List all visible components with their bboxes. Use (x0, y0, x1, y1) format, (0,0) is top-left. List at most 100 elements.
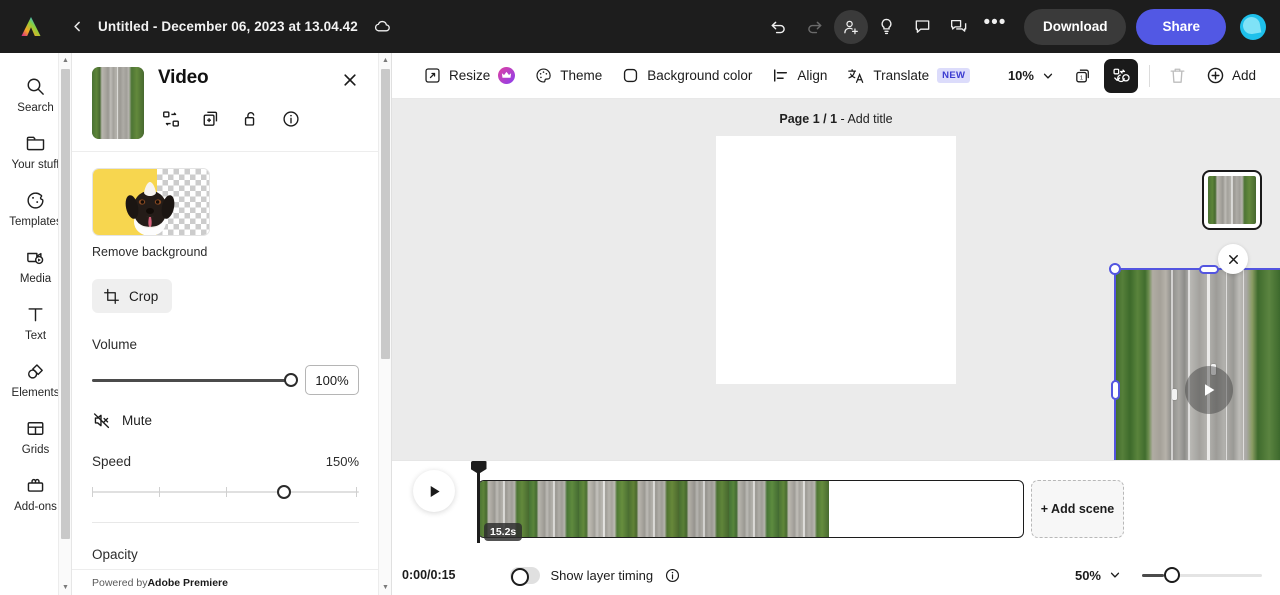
redo-icon[interactable] (798, 10, 832, 44)
speed-value: 150% (325, 454, 359, 469)
scroll-up-arrow[interactable]: ▲ (379, 54, 391, 67)
chat-bubbles-icon[interactable] (942, 10, 976, 44)
trash-icon[interactable] (1161, 59, 1195, 93)
clip-frames (479, 481, 829, 537)
invite-person-icon[interactable] (833, 9, 868, 44)
left-sidebar: Search Your stuff Templates Media Text E… (0, 53, 72, 595)
duplicate-icon[interactable] (200, 108, 222, 130)
mute-label: Mute (122, 413, 153, 428)
elements-icon (25, 361, 46, 382)
unlock-icon[interactable] (240, 108, 262, 130)
add-button[interactable]: Add (1199, 60, 1266, 92)
scene-clip-strip[interactable] (478, 480, 1024, 538)
back-button[interactable] (66, 16, 88, 38)
chevron-down-icon (1109, 569, 1121, 581)
scrollbar-thumb[interactable] (381, 69, 390, 359)
artboard[interactable] (716, 136, 956, 384)
undo-icon[interactable] (762, 10, 796, 44)
resize-button[interactable]: Resize (414, 60, 525, 92)
toggle-switch[interactable] (509, 566, 540, 586)
top-bar-actions: ••• Download Share (762, 8, 1266, 45)
canvas-zoom-select[interactable]: 10% (1000, 61, 1062, 91)
share-button[interactable]: Share (1136, 8, 1226, 45)
cloud-saved-icon (372, 16, 394, 38)
add-scene-button[interactable]: + Add scene (1031, 480, 1124, 538)
info-icon[interactable] (664, 567, 681, 584)
panel-header-icons (158, 108, 363, 130)
download-button[interactable]: Download (1023, 8, 1127, 45)
crop-label: Crop (129, 288, 159, 304)
canvas-toolbar: Resize Theme Background color Align Tran… (392, 53, 1280, 99)
volume-value-input[interactable]: 100% (305, 365, 359, 395)
toolbar-divider (1148, 64, 1150, 87)
clip-frame (479, 481, 529, 537)
document-title[interactable]: Untitled - December 06, 2023 at 13.04.42 (98, 19, 358, 34)
scroll-down-arrow[interactable]: ▼ (379, 581, 391, 594)
mute-toggle[interactable]: Mute (92, 411, 359, 430)
grids-icon (25, 418, 46, 439)
translate-label: Translate (873, 68, 930, 83)
remove-background-preview[interactable] (92, 168, 210, 236)
section-divider (92, 522, 359, 523)
editor-column: Resize Theme Background color Align Tran… (392, 53, 1280, 595)
speed-section: Speed 150% (92, 454, 359, 500)
new-badge: NEW (937, 68, 971, 83)
top-bar: Untitled - December 06, 2023 at 13.04.42… (0, 0, 1280, 53)
timeline-footer: 0:00/0:15 Show layer timing 50% (392, 555, 1280, 595)
show-layer-timing-toggle[interactable]: Show layer timing (509, 566, 682, 586)
panel-footer: Powered by Adobe Premiere (72, 569, 379, 595)
play-overlay-button[interactable] (1185, 366, 1233, 414)
sidebar-scrollbar[interactable]: ▲ ▼ (58, 53, 71, 595)
timeline-zoom-controls: 50% (1070, 565, 1262, 586)
theme-button[interactable]: Theme (525, 60, 612, 92)
panel-scroll-region: Video Remove background Crop Volume 100%… (72, 53, 379, 595)
video-thumbnail[interactable] (92, 67, 144, 139)
timeline-zoom-value: 50% (1074, 567, 1101, 583)
lightbulb-icon[interactable] (870, 10, 904, 44)
theme-palette-icon (535, 67, 552, 84)
info-icon[interactable] (280, 108, 302, 130)
scrollbar-thumb[interactable] (61, 69, 70, 539)
timeline-zoom-select[interactable]: 50% (1070, 565, 1126, 586)
user-avatar[interactable] (1240, 13, 1266, 40)
comment-icon[interactable] (906, 10, 940, 44)
panel-title: Video (158, 67, 209, 88)
pages-count-icon[interactable]: 1 (1066, 59, 1100, 93)
chevron-down-icon (1042, 70, 1054, 82)
sidebar-label: Text (24, 330, 47, 342)
arrange-layers-icon[interactable] (1103, 58, 1138, 93)
playhead[interactable] (477, 469, 480, 543)
align-button[interactable]: Align (762, 60, 837, 92)
opacity-label: Opacity (92, 547, 138, 562)
translate-button[interactable]: Translate NEW (837, 60, 980, 92)
page-title-label[interactable]: Page 1 / 1 - Add title (392, 112, 1280, 126)
adobe-express-logo[interactable] (18, 14, 44, 40)
clip-frame (629, 481, 679, 537)
scroll-up-arrow[interactable]: ▲ (59, 54, 71, 67)
premium-crown-icon (498, 67, 516, 84)
crop-button[interactable]: Crop (92, 279, 173, 313)
volume-slider[interactable] (92, 372, 298, 388)
video-element[interactable] (1115, 269, 1280, 460)
sidebar-label: Templates (9, 216, 62, 228)
scroll-down-arrow[interactable]: ▼ (59, 581, 71, 594)
sidebar-label: Search (17, 102, 54, 114)
addons-icon (25, 475, 46, 496)
close-panel-button[interactable] (337, 67, 363, 93)
page-thumbnail[interactable] (1202, 170, 1262, 230)
canvas-area[interactable]: Page 1 / 1 - Add title (392, 99, 1280, 460)
dog-image (125, 182, 175, 235)
sidebar-label: Media (19, 273, 52, 285)
background-color-icon (622, 67, 639, 84)
background-color-button[interactable]: Background color (612, 60, 762, 92)
add-title-link[interactable]: - Add title (837, 112, 893, 126)
timeline-play-button[interactable] (413, 470, 455, 512)
timeline-zoom-slider[interactable] (1142, 567, 1262, 583)
replace-media-icon[interactable] (160, 108, 182, 130)
close-thumbnail-button[interactable] (1218, 244, 1248, 274)
more-options-button[interactable]: ••• (978, 10, 1012, 44)
panel-scrollbar[interactable]: ▲ ▼ (378, 53, 391, 595)
remove-background-label: Remove background (92, 245, 208, 259)
speed-slider[interactable] (92, 484, 359, 500)
show-layer-timing-label: Show layer timing (550, 567, 654, 583)
